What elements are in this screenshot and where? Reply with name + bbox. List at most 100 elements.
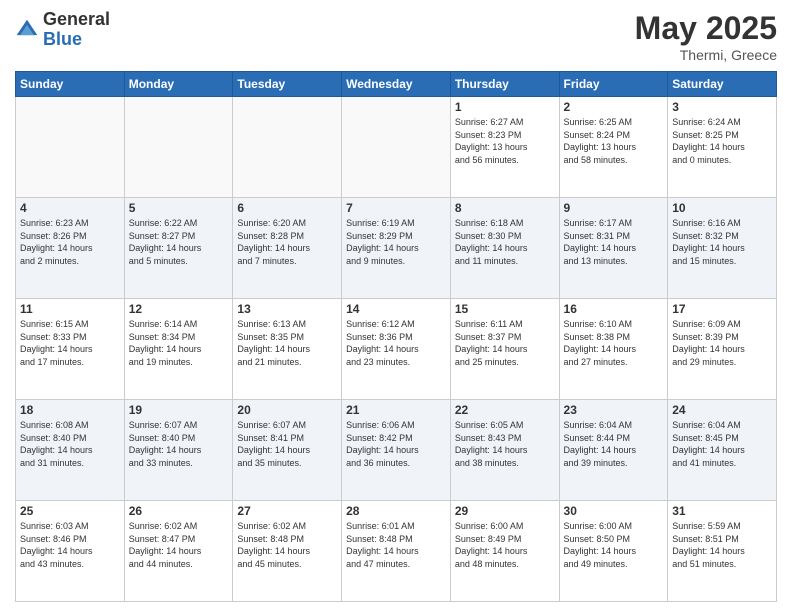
day-info: Sunrise: 6:17 AM Sunset: 8:31 PM Dayligh… xyxy=(564,217,664,267)
calendar-cell: 8 Sunrise: 6:18 AM Sunset: 8:30 PM Daylig… xyxy=(450,198,559,299)
calendar-day-header: Sunday xyxy=(16,72,125,97)
calendar-cell: 21 Sunrise: 6:06 AM Sunset: 8:42 PM Dayli… xyxy=(342,400,451,501)
calendar-day-header: Saturday xyxy=(668,72,777,97)
calendar-cell: 12Sunrise: 6:14 AM Sunset: 8:34 PM Dayli… xyxy=(124,299,233,400)
day-info: Sunrise: 5:59 AM Sunset: 8:51 PM Dayligh… xyxy=(672,520,772,570)
day-number: 24 xyxy=(672,403,772,417)
title-block: May 2025 Thermi, Greece xyxy=(635,10,777,63)
calendar-cell: 20Sunrise: 6:07 AM Sunset: 8:41 PM Dayli… xyxy=(233,400,342,501)
day-info: Sunrise: 6:27 AM Sunset: 8:23 PM Dayligh… xyxy=(455,116,555,166)
day-number: 16 xyxy=(564,302,664,316)
day-number: 14 xyxy=(346,302,446,316)
calendar-cell: 30Sunrise: 6:00 AM Sunset: 8:50 PM Dayli… xyxy=(559,501,668,602)
logo-icon xyxy=(15,18,39,42)
day-info: Sunrise: 6:15 AM Sunset: 8:33 PM Dayligh… xyxy=(20,318,120,368)
calendar-table: SundayMondayTuesdayWednesdayThursdayFrid… xyxy=(15,71,777,602)
calendar-cell xyxy=(233,97,342,198)
day-number: 27 xyxy=(237,504,337,518)
day-info: Sunrise: 6:02 AM Sunset: 8:47 PM Dayligh… xyxy=(129,520,229,570)
calendar-cell xyxy=(124,97,233,198)
calendar-cell xyxy=(16,97,125,198)
day-number: 25 xyxy=(20,504,120,518)
calendar-cell: 3Sunrise: 6:24 AM Sunset: 8:25 PM Daylig… xyxy=(668,97,777,198)
day-info: Sunrise: 6:05 AM Sunset: 8:43 PM Dayligh… xyxy=(455,419,555,469)
calendar-cell: 31Sunrise: 5:59 AM Sunset: 8:51 PM Dayli… xyxy=(668,501,777,602)
calendar-cell: 24Sunrise: 6:04 AM Sunset: 8:45 PM Dayli… xyxy=(668,400,777,501)
calendar-cell: 15 Sunrise: 6:11 AM Sunset: 8:37 PM Dayli… xyxy=(450,299,559,400)
calendar-cell: 6Sunrise: 6:20 AM Sunset: 8:28 PM Daylig… xyxy=(233,198,342,299)
calendar-cell: 4 Sunrise: 6:23 AM Sunset: 8:26 PM Daylig… xyxy=(16,198,125,299)
day-number: 8 xyxy=(455,201,555,215)
calendar-cell: 14 Sunrise: 6:12 AM Sunset: 8:36 PM Dayli… xyxy=(342,299,451,400)
day-info: Sunrise: 6:23 AM Sunset: 8:26 PM Dayligh… xyxy=(20,217,120,267)
month-year-title: May 2025 xyxy=(635,10,777,47)
calendar-cell: 28 Sunrise: 6:01 AM Sunset: 8:48 PM Dayli… xyxy=(342,501,451,602)
day-info: Sunrise: 6:10 AM Sunset: 8:38 PM Dayligh… xyxy=(564,318,664,368)
calendar-cell: 27 Sunrise: 6:02 AM Sunset: 8:48 PM Dayli… xyxy=(233,501,342,602)
day-number: 22 xyxy=(455,403,555,417)
day-info: Sunrise: 6:14 AM Sunset: 8:34 PM Dayligh… xyxy=(129,318,229,368)
day-info: Sunrise: 6:11 AM Sunset: 8:37 PM Dayligh… xyxy=(455,318,555,368)
day-number: 23 xyxy=(564,403,664,417)
calendar-cell xyxy=(342,97,451,198)
calendar-cell: 13 Sunrise: 6:13 AM Sunset: 8:35 PM Dayli… xyxy=(233,299,342,400)
day-number: 13 xyxy=(237,302,337,316)
calendar-week-row: 18Sunrise: 6:08 AM Sunset: 8:40 PM Dayli… xyxy=(16,400,777,501)
page: General Blue May 2025 Thermi, Greece Sun… xyxy=(0,0,792,612)
logo-blue: Blue xyxy=(43,30,110,50)
logo-text: General Blue xyxy=(43,10,110,50)
calendar-cell: 19Sunrise: 6:07 AM Sunset: 8:40 PM Dayli… xyxy=(124,400,233,501)
day-info: Sunrise: 6:06 AM Sunset: 8:42 PM Dayligh… xyxy=(346,419,446,469)
day-info: Sunrise: 6:19 AM Sunset: 8:29 PM Dayligh… xyxy=(346,217,446,267)
day-info: Sunrise: 6:20 AM Sunset: 8:28 PM Dayligh… xyxy=(237,217,337,267)
day-info: Sunrise: 6:13 AM Sunset: 8:35 PM Dayligh… xyxy=(237,318,337,368)
day-info: Sunrise: 6:03 AM Sunset: 8:46 PM Dayligh… xyxy=(20,520,120,570)
day-number: 21 xyxy=(346,403,446,417)
day-info: Sunrise: 6:18 AM Sunset: 8:30 PM Dayligh… xyxy=(455,217,555,267)
day-info: Sunrise: 6:25 AM Sunset: 8:24 PM Dayligh… xyxy=(564,116,664,166)
calendar-cell: 1 Sunrise: 6:27 AM Sunset: 8:23 PM Daylig… xyxy=(450,97,559,198)
calendar-cell: 5 Sunrise: 6:22 AM Sunset: 8:27 PM Daylig… xyxy=(124,198,233,299)
calendar-cell: 2 Sunrise: 6:25 AM Sunset: 8:24 PM Daylig… xyxy=(559,97,668,198)
day-number: 18 xyxy=(20,403,120,417)
day-number: 15 xyxy=(455,302,555,316)
day-info: Sunrise: 6:09 AM Sunset: 8:39 PM Dayligh… xyxy=(672,318,772,368)
calendar-cell: 10 Sunrise: 6:16 AM Sunset: 8:32 PM Dayli… xyxy=(668,198,777,299)
calendar-cell: 18Sunrise: 6:08 AM Sunset: 8:40 PM Dayli… xyxy=(16,400,125,501)
day-info: Sunrise: 6:02 AM Sunset: 8:48 PM Dayligh… xyxy=(237,520,337,570)
day-number: 5 xyxy=(129,201,229,215)
day-info: Sunrise: 6:04 AM Sunset: 8:44 PM Dayligh… xyxy=(564,419,664,469)
day-number: 17 xyxy=(672,302,772,316)
calendar-week-row: 4 Sunrise: 6:23 AM Sunset: 8:26 PM Daylig… xyxy=(16,198,777,299)
calendar-week-row: 25 Sunrise: 6:03 AM Sunset: 8:46 PM Dayli… xyxy=(16,501,777,602)
calendar-cell: 11 Sunrise: 6:15 AM Sunset: 8:33 PM Dayli… xyxy=(16,299,125,400)
calendar-day-header: Thursday xyxy=(450,72,559,97)
day-number: 29 xyxy=(455,504,555,518)
day-number: 7 xyxy=(346,201,446,215)
calendar-day-header: Tuesday xyxy=(233,72,342,97)
calendar-day-header: Monday xyxy=(124,72,233,97)
day-info: Sunrise: 6:12 AM Sunset: 8:36 PM Dayligh… xyxy=(346,318,446,368)
day-info: Sunrise: 6:07 AM Sunset: 8:40 PM Dayligh… xyxy=(129,419,229,469)
day-number: 26 xyxy=(129,504,229,518)
day-info: Sunrise: 6:01 AM Sunset: 8:48 PM Dayligh… xyxy=(346,520,446,570)
calendar-cell: 7 Sunrise: 6:19 AM Sunset: 8:29 PM Daylig… xyxy=(342,198,451,299)
day-info: Sunrise: 6:22 AM Sunset: 8:27 PM Dayligh… xyxy=(129,217,229,267)
calendar-cell: 16 Sunrise: 6:10 AM Sunset: 8:38 PM Dayli… xyxy=(559,299,668,400)
day-number: 3 xyxy=(672,100,772,114)
day-number: 4 xyxy=(20,201,120,215)
day-number: 1 xyxy=(455,100,555,114)
day-number: 10 xyxy=(672,201,772,215)
calendar-day-header: Wednesday xyxy=(342,72,451,97)
calendar-cell: 29Sunrise: 6:00 AM Sunset: 8:49 PM Dayli… xyxy=(450,501,559,602)
day-number: 2 xyxy=(564,100,664,114)
calendar-cell: 23 Sunrise: 6:04 AM Sunset: 8:44 PM Dayli… xyxy=(559,400,668,501)
calendar-cell: 17 Sunrise: 6:09 AM Sunset: 8:39 PM Dayli… xyxy=(668,299,777,400)
calendar-header-row: SundayMondayTuesdayWednesdayThursdayFrid… xyxy=(16,72,777,97)
day-number: 28 xyxy=(346,504,446,518)
header: General Blue May 2025 Thermi, Greece xyxy=(15,10,777,63)
day-number: 30 xyxy=(564,504,664,518)
day-number: 11 xyxy=(20,302,120,316)
calendar-cell: 22 Sunrise: 6:05 AM Sunset: 8:43 PM Dayli… xyxy=(450,400,559,501)
day-info: Sunrise: 6:16 AM Sunset: 8:32 PM Dayligh… xyxy=(672,217,772,267)
